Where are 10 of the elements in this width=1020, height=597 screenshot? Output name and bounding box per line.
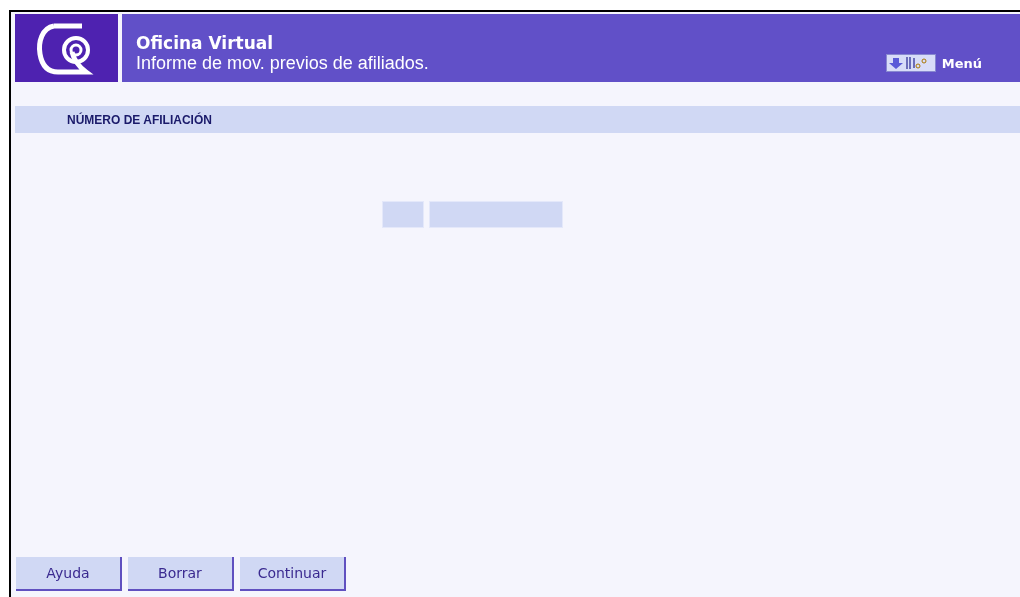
form-button[interactable]: Continuar [240,557,346,591]
form-button[interactable]: Ayuda [16,557,122,591]
menu-link[interactable]: Menú [941,55,982,71]
form-button[interactable]: Borrar [128,557,234,591]
app-title: Oficina Virtual [136,33,275,53]
input-field[interactable] [429,201,563,228]
page-subtitle: Informe de mov. previos de afiliados. [136,53,429,74]
input-field[interactable] [382,201,424,228]
menu-toolbar-icon[interactable] [885,54,936,72]
section-title: NÚMERO DE AFILIACIÓN [67,112,212,127]
